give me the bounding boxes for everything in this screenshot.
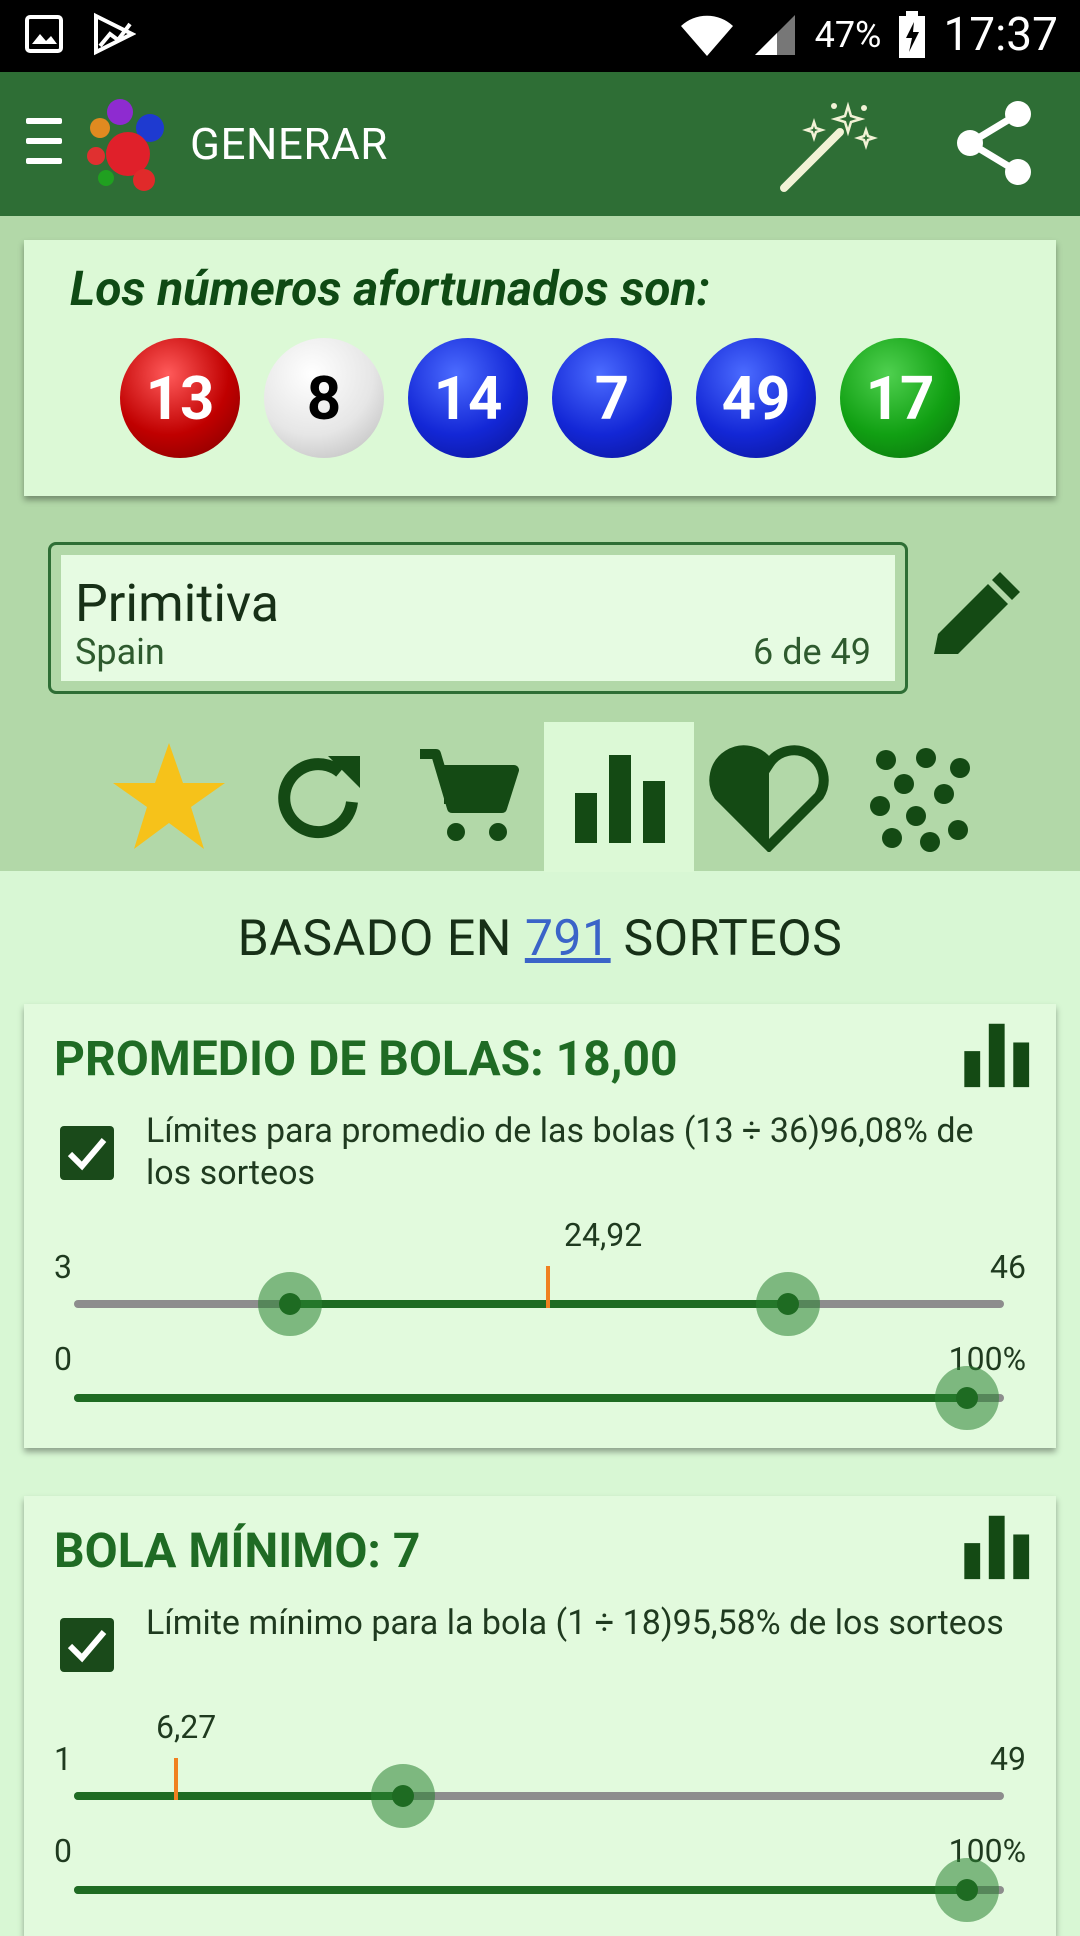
range-min-label: 1 (54, 1740, 72, 1778)
range-fill (74, 1792, 404, 1800)
dots-icon (870, 748, 970, 852)
range-min-label: 3 (54, 1248, 72, 1286)
filter-tabs (94, 722, 994, 872)
percent-fill (74, 1886, 967, 1894)
cart-icon (420, 749, 519, 841)
signal-icon (754, 15, 795, 55)
lottery-ball: 7 (552, 338, 672, 476)
average-marker-label: 24,92 (564, 1216, 643, 1254)
tab-cart[interactable] (394, 722, 544, 872)
filter-card-average: PROMEDIO DE BOLAS: 18,00 Límites para pr… (24, 1004, 1056, 1448)
percent-min-label: 0 (54, 1832, 72, 1870)
lucky-numbers-card: Los números afortunados son: 13 8 14 7 4… (24, 240, 1056, 496)
range-thumb-low[interactable] (258, 1272, 323, 1336)
range-max-label: 49 (990, 1740, 1026, 1778)
clock: 17:37 (943, 8, 1058, 62)
bar-chart-icon[interactable] (960, 1510, 1032, 1582)
bar-chart-icon (575, 755, 665, 843)
lottery-ball: 17 (840, 338, 960, 476)
filter-card-min-ball: BOLA MÍNIMO: 7 Límite mínimo para la bol… (24, 1496, 1056, 1936)
range-max-label: 46 (990, 1248, 1026, 1286)
tab-health[interactable] (694, 722, 844, 872)
star-icon (113, 743, 225, 849)
range-slider[interactable] (74, 1758, 1004, 1828)
percent-slider[interactable] (74, 1858, 1004, 1922)
tab-refresh[interactable] (244, 722, 394, 872)
filter-description: Límites para promedio de las bolas (13 ÷… (146, 1111, 974, 1193)
percent-min-label: 0 (54, 1340, 72, 1378)
average-marker-label: 6,27 (156, 1708, 217, 1746)
ball-row: 13 8 14 7 49 17 (120, 338, 960, 476)
filter-title: BOLA MÍNIMO: 7 (54, 1522, 421, 1579)
range-slider[interactable] (74, 1266, 1004, 1336)
percent-slider[interactable] (74, 1366, 1004, 1430)
wifi-icon (680, 15, 733, 57)
filter-checkbox[interactable] (60, 1126, 114, 1180)
status-bar: 47% 17:37 (0, 0, 1080, 72)
filter-description: Límite mínimo para la bola (1 ÷ 18)95,58… (146, 1603, 1004, 1643)
lottery-name: Primitiva (75, 573, 280, 634)
basis-suffix: SORTEOS (623, 910, 843, 968)
heart-icon (709, 745, 829, 852)
tab-statistics[interactable] (544, 722, 694, 872)
checkmark-icon (67, 1630, 107, 1663)
refresh-icon (278, 756, 360, 839)
tab-favorites[interactable] (94, 722, 244, 872)
app-bar: GENERAR (0, 72, 1080, 216)
lottery-country: Spain (75, 631, 165, 673)
pencil-icon[interactable] (922, 570, 1022, 670)
percent-fill (74, 1394, 967, 1402)
gallery-icon (25, 15, 63, 53)
range-thumb-high[interactable] (371, 1764, 436, 1828)
filter-checkbox[interactable] (60, 1618, 114, 1672)
app-title: GENERAR (190, 118, 388, 170)
filter-title: PROMEDIO DE BOLAS: 18,00 (54, 1030, 678, 1087)
lottery-selector[interactable]: Primitiva Spain 6 de 49 (48, 542, 908, 694)
average-marker (174, 1758, 179, 1800)
app-logo (87, 99, 164, 191)
battery-icon (899, 11, 926, 58)
share-icon[interactable] (950, 98, 1040, 188)
lottery-ball: 14 (408, 338, 528, 476)
magic-wand-icon[interactable] (778, 96, 878, 196)
percent-thumb[interactable] (934, 1858, 999, 1922)
range-thumb-high[interactable] (755, 1272, 820, 1336)
play-store-icon (94, 12, 136, 56)
lottery-ball: 8 (264, 338, 384, 476)
tab-distribution[interactable] (844, 722, 994, 872)
bar-chart-icon[interactable] (960, 1018, 1032, 1090)
checkmark-icon (67, 1138, 107, 1171)
percent-thumb[interactable] (934, 1366, 999, 1430)
lottery-ball: 49 (696, 338, 816, 476)
draws-basis-text: BASADO EN 791 SORTEOS (0, 910, 1080, 968)
lottery-ball: 13 (120, 338, 240, 476)
basis-prefix: BASADO EN (237, 910, 512, 968)
battery-percent: 47% (814, 14, 882, 56)
lottery-format: 6 de 49 (753, 631, 871, 673)
draws-count-link[interactable]: 791 (525, 910, 611, 968)
lucky-numbers-title: Los números afortunados son: (70, 260, 710, 317)
average-marker (546, 1266, 551, 1308)
range-fill (290, 1300, 788, 1308)
menu-icon[interactable] (26, 118, 62, 168)
